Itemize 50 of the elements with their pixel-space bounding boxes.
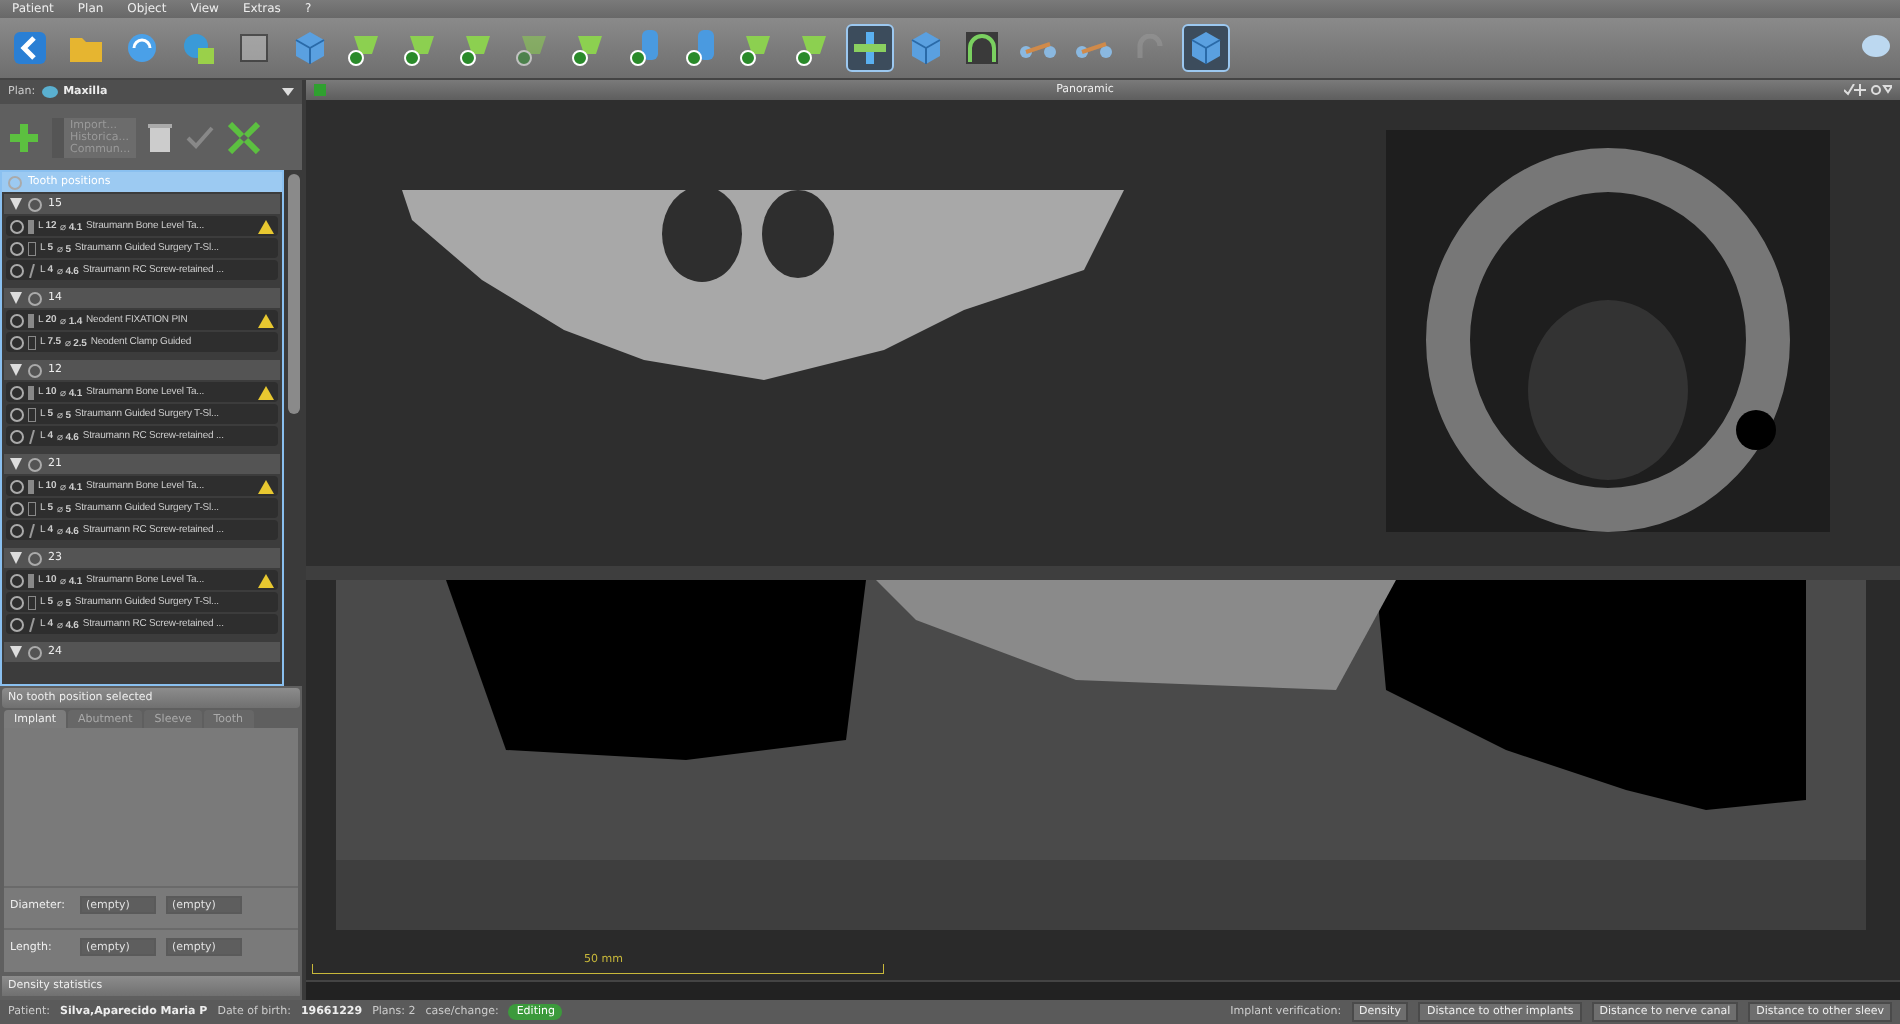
screw-icon bbox=[28, 479, 34, 493]
abutment-icon bbox=[28, 263, 36, 277]
crosshair-icon bbox=[852, 30, 888, 66]
filter-icon bbox=[10, 292, 22, 304]
ruler-icon bbox=[1018, 36, 1058, 60]
filter-icon bbox=[10, 646, 22, 658]
sleeve-icon bbox=[28, 501, 36, 515]
back-icon bbox=[12, 30, 48, 66]
sleeve-icon bbox=[28, 407, 36, 421]
horizontal-scrollbar[interactable] bbox=[306, 980, 1900, 1000]
abutment-icon bbox=[28, 429, 36, 443]
box-icon bbox=[240, 34, 268, 62]
cube-icon bbox=[292, 30, 328, 66]
filter-icon bbox=[10, 552, 22, 564]
filter-icon bbox=[10, 198, 22, 210]
toolbar-button[interactable] bbox=[846, 24, 894, 72]
screw-icon bbox=[28, 573, 34, 587]
sleeve-icon bbox=[28, 335, 36, 349]
undo-icon bbox=[1134, 34, 1166, 62]
cylinder-icon bbox=[686, 28, 718, 68]
arrows-icon[interactable] bbox=[228, 121, 261, 153]
cube-icon bbox=[1188, 30, 1224, 66]
warning-icon bbox=[258, 573, 274, 587]
warning-icon bbox=[258, 313, 274, 327]
warning-icon bbox=[258, 219, 274, 233]
cylinder-icon bbox=[630, 28, 662, 68]
abutment-icon bbox=[28, 617, 36, 631]
ruler-icon bbox=[1074, 36, 1114, 60]
add-icon[interactable] bbox=[8, 121, 40, 153]
filter-icon bbox=[10, 364, 22, 376]
view-controls-icon[interactable] bbox=[1844, 84, 1892, 96]
warning-icon bbox=[258, 479, 274, 493]
sleeve-icon bbox=[28, 241, 36, 255]
screw-icon bbox=[28, 313, 34, 327]
cube-icon bbox=[908, 30, 944, 66]
scrollbar[interactable] bbox=[284, 170, 302, 686]
screw-icon bbox=[28, 385, 34, 399]
trash-icon[interactable] bbox=[148, 121, 173, 153]
sync-icon bbox=[124, 30, 160, 66]
status-square-icon bbox=[314, 84, 326, 96]
warning-icon bbox=[258, 385, 274, 399]
abutment-icon bbox=[28, 523, 36, 537]
screw-icon bbox=[28, 219, 34, 233]
checkmark-icon[interactable] bbox=[184, 121, 217, 153]
filter-icon bbox=[10, 458, 22, 470]
arch-icon bbox=[964, 30, 1000, 66]
dropdown-caret-icon[interactable] bbox=[282, 88, 294, 96]
toolbar-button[interactable] bbox=[1182, 24, 1230, 72]
folder-icon bbox=[68, 33, 104, 63]
sleeve-icon bbox=[28, 595, 36, 609]
